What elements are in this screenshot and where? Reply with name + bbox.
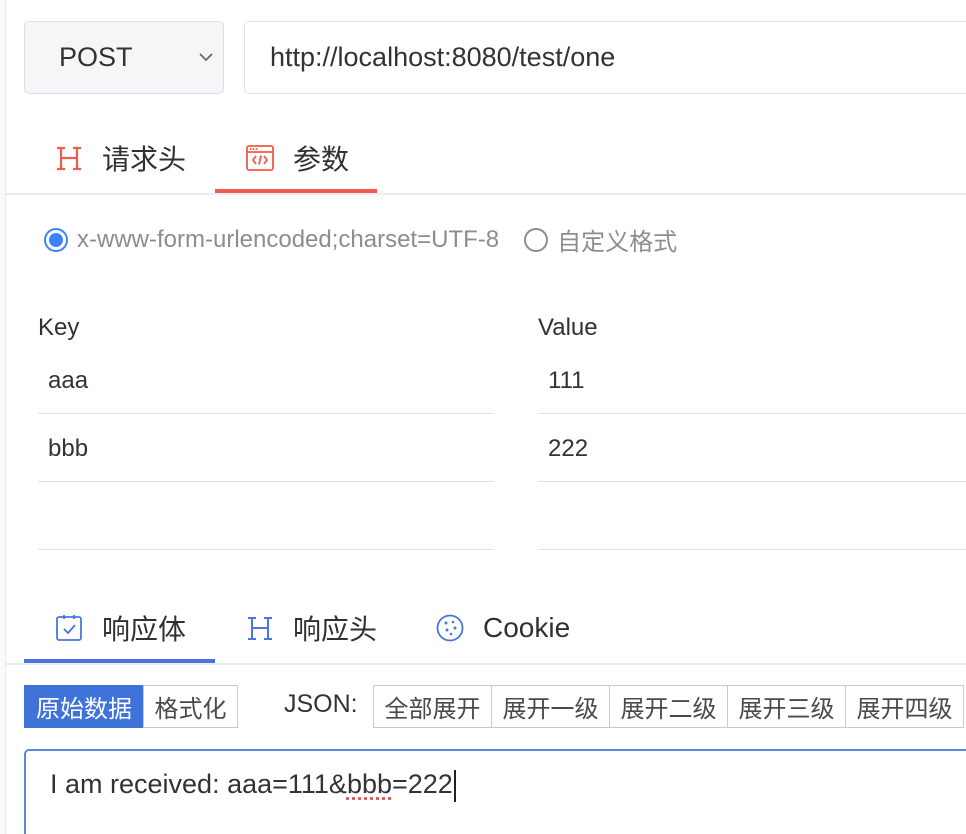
- radio-label: 自定义格式: [557, 229, 678, 256]
- radio-unchecked-icon: [524, 227, 549, 252]
- expand-level-1-button[interactable]: 展开一级: [491, 685, 610, 728]
- url-input[interactable]: [244, 21, 966, 94]
- tab-label: 参数: [293, 144, 350, 175]
- radio-custom-format[interactable]: 自定义格式: [524, 222, 677, 257]
- content-type-options: x-www-form-urlencoded;charset=UTF-8 自定义格…: [44, 222, 677, 257]
- raw-data-button[interactable]: 原始数据: [24, 685, 144, 728]
- expand-all-button[interactable]: 全部展开: [373, 685, 492, 728]
- tab-response-cookie[interactable]: Cookie: [405, 593, 596, 663]
- param-value-field[interactable]: [538, 484, 966, 550]
- cookie-icon: [433, 611, 467, 645]
- response-text-misspelled: bbb: [346, 769, 392, 799]
- json-label: JSON:: [284, 690, 358, 718]
- tab-label: 响应体: [102, 614, 187, 645]
- divider: [6, 663, 966, 665]
- key-column-header: Key: [38, 314, 80, 341]
- request-tabs: 请求头 参数: [24, 123, 377, 193]
- expand-level-4-button[interactable]: 展开四级: [845, 685, 964, 728]
- tab-request-headers[interactable]: 请求头: [24, 123, 215, 193]
- param-key-field[interactable]: aaa: [38, 348, 494, 414]
- radio-label: x-www-form-urlencoded;charset=UTF-8: [77, 225, 500, 253]
- text-cursor: [453, 769, 456, 802]
- param-key-field[interactable]: [38, 484, 494, 550]
- param-value-field[interactable]: 111: [538, 348, 966, 414]
- param-value-field[interactable]: 222: [538, 416, 966, 482]
- tab-label: 请求头: [102, 144, 187, 175]
- expand-level-2-button[interactable]: 展开二级: [609, 685, 728, 728]
- method-select[interactable]: POST: [24, 21, 224, 94]
- format-button[interactable]: 格式化: [143, 685, 238, 728]
- divider: [6, 193, 966, 195]
- heading-icon: [52, 141, 86, 175]
- response-text: I am received: aaa=111&: [50, 769, 347, 799]
- heading-icon: [243, 611, 277, 645]
- value-column-header: Value: [538, 314, 598, 341]
- json-expand-group: 全部展开 展开一级 展开二级 展开三级 展开四级: [373, 685, 964, 728]
- left-sidebar-edge: [0, 0, 6, 834]
- method-value: POST: [59, 42, 133, 72]
- tab-params[interactable]: 参数: [215, 123, 377, 193]
- radio-urlencoded[interactable]: x-www-form-urlencoded;charset=UTF-8: [44, 226, 499, 254]
- expand-level-3-button[interactable]: 展开三级: [727, 685, 846, 728]
- tab-label: Cookie: [483, 612, 571, 643]
- response-body-textarea[interactable]: I am received: aaa=111&bbb=222: [24, 749, 966, 834]
- view-toggle-group: 原始数据 格式化: [24, 685, 238, 728]
- radio-checked-icon: [44, 227, 68, 252]
- response-text: =222: [392, 769, 453, 799]
- tab-response-body[interactable]: 响应体: [24, 593, 215, 663]
- param-key-field[interactable]: bbb: [38, 416, 494, 482]
- tab-response-headers[interactable]: 响应头: [215, 593, 405, 663]
- chevron-down-icon: [199, 53, 213, 62]
- tab-label: 响应头: [293, 614, 378, 645]
- response-tabs: 响应体 响应头 Cookie: [24, 593, 596, 663]
- code-window-icon: [243, 141, 277, 175]
- checkbox-icon: [52, 611, 86, 645]
